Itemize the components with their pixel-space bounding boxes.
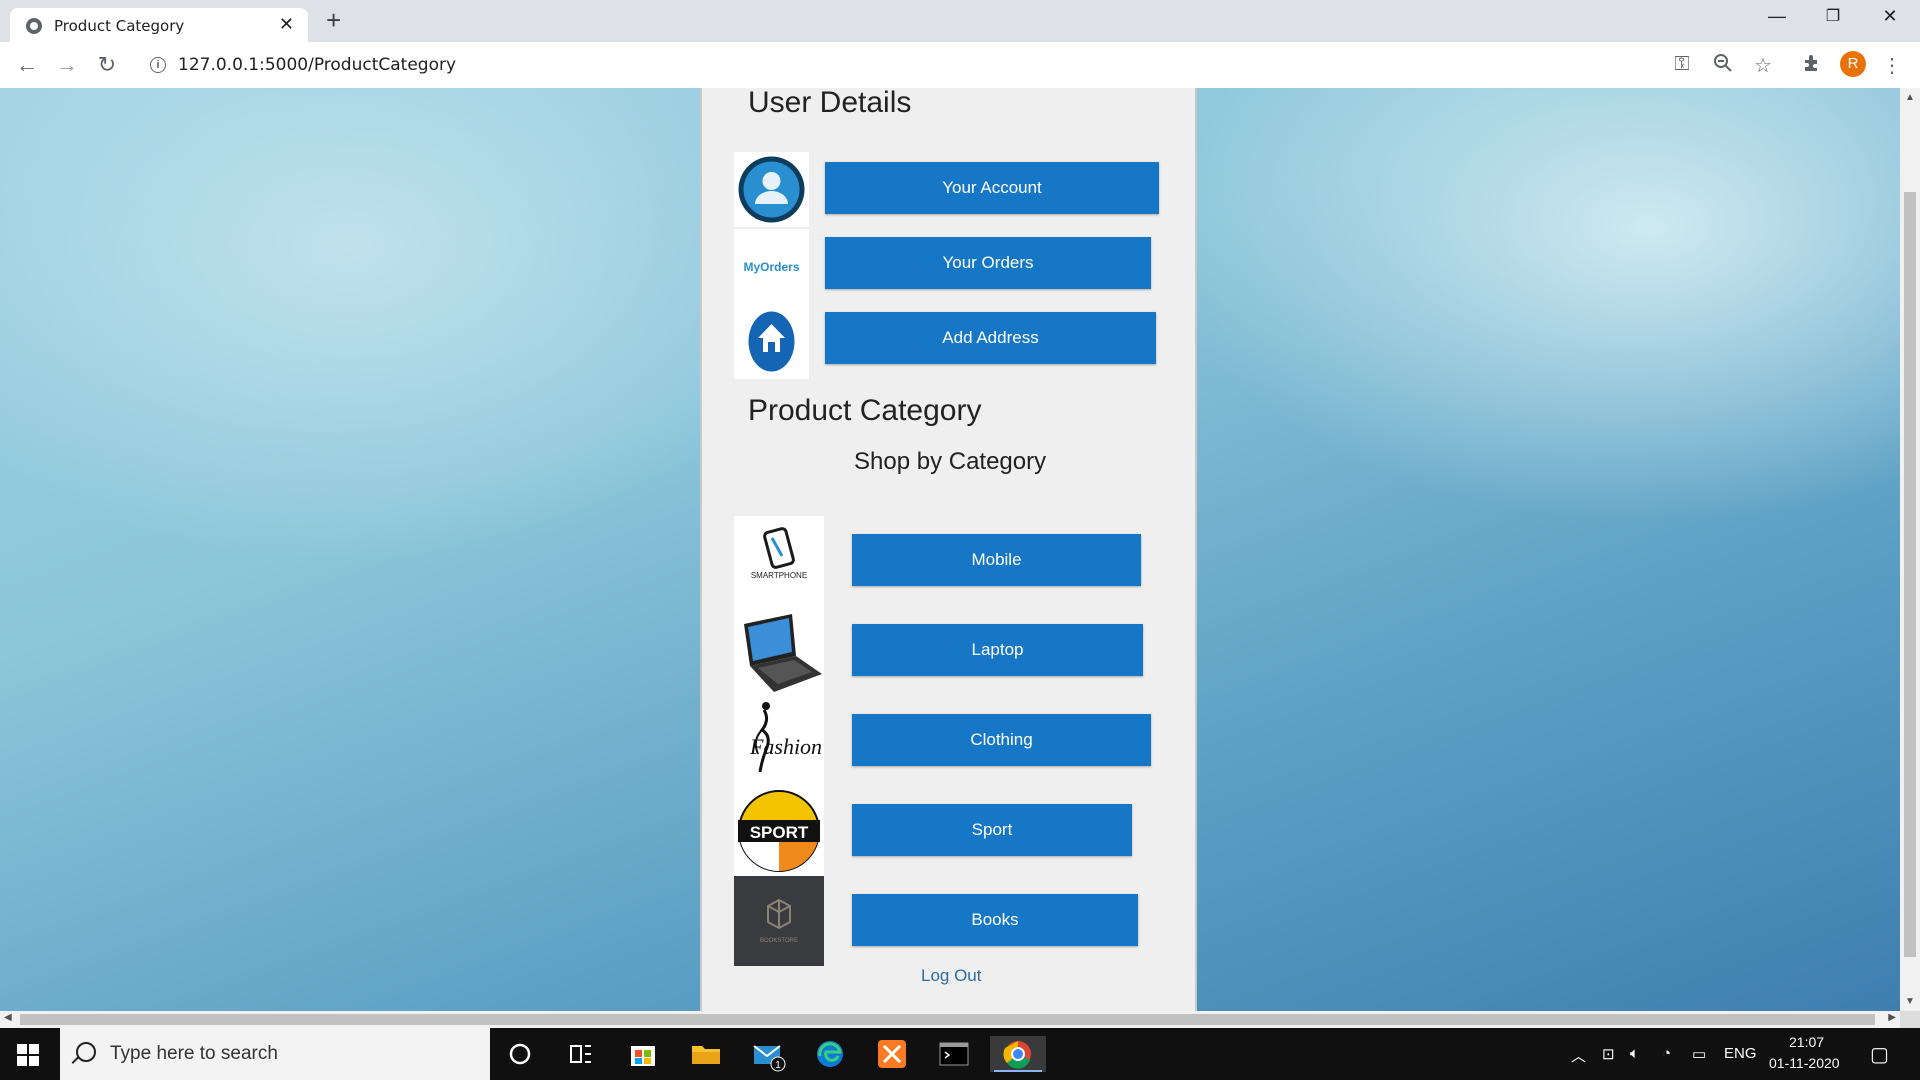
account-icon <box>734 152 809 227</box>
search-placeholder: Type here to search <box>110 1043 278 1064</box>
globe-icon <box>26 18 42 34</box>
logout-link[interactable]: Log Out <box>921 966 982 986</box>
vertical-scrollbar[interactable]: ▲ ▼ <box>1900 88 1920 1011</box>
laptop-icon <box>734 606 824 696</box>
browser-toolbar: ← → ↻ i 127.0.0.1:5000/ProductCategory ⚿… <box>0 42 1920 89</box>
file-explorer-icon[interactable] <box>686 1036 726 1072</box>
mobile-category-button[interactable]: Mobile <box>852 534 1141 586</box>
your-orders-button[interactable]: Your Orders <box>825 237 1151 289</box>
horizontal-scrollbar[interactable]: ◀ ▶ <box>0 1011 1900 1028</box>
sport-icon: SPORT <box>734 786 824 876</box>
chrome-icon[interactable] <box>990 1036 1046 1072</box>
scroll-down-icon[interactable]: ▼ <box>1905 996 1915 1007</box>
svg-text:Fashion: Fashion <box>749 734 822 759</box>
zoom-icon[interactable] <box>1711 53 1735 79</box>
your-account-button[interactable]: Your Account <box>825 162 1159 214</box>
forward-arrow-icon[interactable]: → <box>53 51 81 79</box>
user-details-heading: User Details <box>748 88 912 119</box>
key-icon[interactable]: ⚿ <box>1670 53 1694 76</box>
clock-date[interactable]: 01-11-2020 <box>1769 1055 1840 1071</box>
xampp-icon[interactable] <box>872 1036 912 1072</box>
network-adapter-icon[interactable]: ⊡ <box>1602 1045 1615 1063</box>
extensions-icon[interactable] <box>1800 53 1824 79</box>
battery-icon[interactable]: ▭ <box>1692 1045 1706 1063</box>
back-arrow-icon[interactable]: ← <box>13 51 41 79</box>
profile-avatar[interactable]: R <box>1840 51 1866 77</box>
search-icon <box>76 1042 96 1062</box>
taskbar-search-box[interactable]: Type here to search <box>60 1028 490 1080</box>
add-address-button[interactable]: Add Address <box>825 312 1156 364</box>
clothing-category-button[interactable]: Clothing <box>852 714 1151 766</box>
svg-text:BOOKSTORE: BOOKSTORE <box>760 938 798 944</box>
task-view-icon[interactable] <box>560 1036 600 1072</box>
bookstore-icon: BOOKSTORE <box>734 876 824 966</box>
tab-title: Product Category <box>54 17 185 35</box>
windows-start-icon[interactable] <box>17 1044 39 1066</box>
url-text[interactable]: 127.0.0.1:5000/ProductCategory <box>178 55 456 75</box>
page-viewport: User Details MyOrders Your Account Your … <box>0 88 1900 1011</box>
scrollbar-corner <box>1900 1011 1920 1028</box>
scroll-up-icon[interactable]: ▲ <box>1905 92 1915 103</box>
mail-icon[interactable]: 1 <box>748 1036 788 1072</box>
edge-icon[interactable] <box>810 1036 850 1072</box>
clock-time[interactable]: 21:07 <box>1789 1034 1824 1050</box>
svg-text:SPORT: SPORT <box>750 823 809 842</box>
svg-text:SMARTPHONE: SMARTPHONE <box>751 571 807 580</box>
my-orders-icon: MyOrders <box>734 229 809 304</box>
terminal-icon[interactable] <box>934 1036 974 1072</box>
taskbar: Type here to search 1 ︿ ⊡ 🔈︎ ◔ ▭ ENG 21:… <box>0 1028 1920 1080</box>
product-category-heading: Product Category <box>748 394 982 427</box>
content-panel: User Details MyOrders Your Account Your … <box>700 88 1197 1011</box>
minimize-icon[interactable]: — <box>1757 6 1797 27</box>
scroll-right-icon[interactable]: ▶ <box>1888 1012 1896 1023</box>
fashion-icon: Fashion <box>734 696 824 786</box>
shop-by-category-heading: Shop by Category <box>854 448 1047 475</box>
laptop-category-button[interactable]: Laptop <box>852 624 1143 676</box>
vertical-scroll-thumb[interactable] <box>1904 192 1916 957</box>
window-close-icon[interactable]: ✕ <box>1870 6 1910 27</box>
new-tab-button[interactable]: + <box>326 6 341 34</box>
books-category-button[interactable]: Books <box>852 894 1138 946</box>
close-tab-icon[interactable]: ✕ <box>279 14 294 35</box>
reload-icon[interactable]: ↻ <box>93 51 121 79</box>
tab-strip: Product Category ✕ + — ❐ ✕ <box>0 0 1920 42</box>
language-indicator[interactable]: ENG <box>1724 1045 1757 1062</box>
svg-text:1: 1 <box>775 1060 781 1071</box>
notifications-icon[interactable]: ▢ <box>1870 1042 1889 1067</box>
browser-tab[interactable]: Product Category ✕ <box>10 8 308 42</box>
scroll-left-icon[interactable]: ◀ <box>4 1012 12 1023</box>
site-info-icon[interactable]: i <box>150 57 166 73</box>
cortana-icon[interactable] <box>500 1036 540 1072</box>
wifi-icon[interactable]: ◔ <box>1662 1045 1671 1062</box>
smartphone-icon: SMARTPHONE <box>734 516 824 606</box>
store-icon[interactable] <box>623 1036 663 1072</box>
sport-category-button[interactable]: Sport <box>852 804 1132 856</box>
svg-text:MyOrders: MyOrders <box>743 260 799 274</box>
menu-dots-icon[interactable]: ⋮ <box>1880 53 1904 78</box>
home-icon <box>734 304 809 379</box>
horizontal-scroll-thumb[interactable] <box>20 1014 1875 1025</box>
restore-icon[interactable]: ❐ <box>1813 6 1853 26</box>
show-hidden-icons[interactable]: ︿ <box>1571 1045 1586 1066</box>
address-bar[interactable]: i 127.0.0.1:5000/ProductCategory <box>138 47 1418 83</box>
bookmark-star-icon[interactable]: ☆ <box>1751 53 1775 78</box>
volume-icon[interactable]: 🔈︎ <box>1630 1045 1639 1062</box>
